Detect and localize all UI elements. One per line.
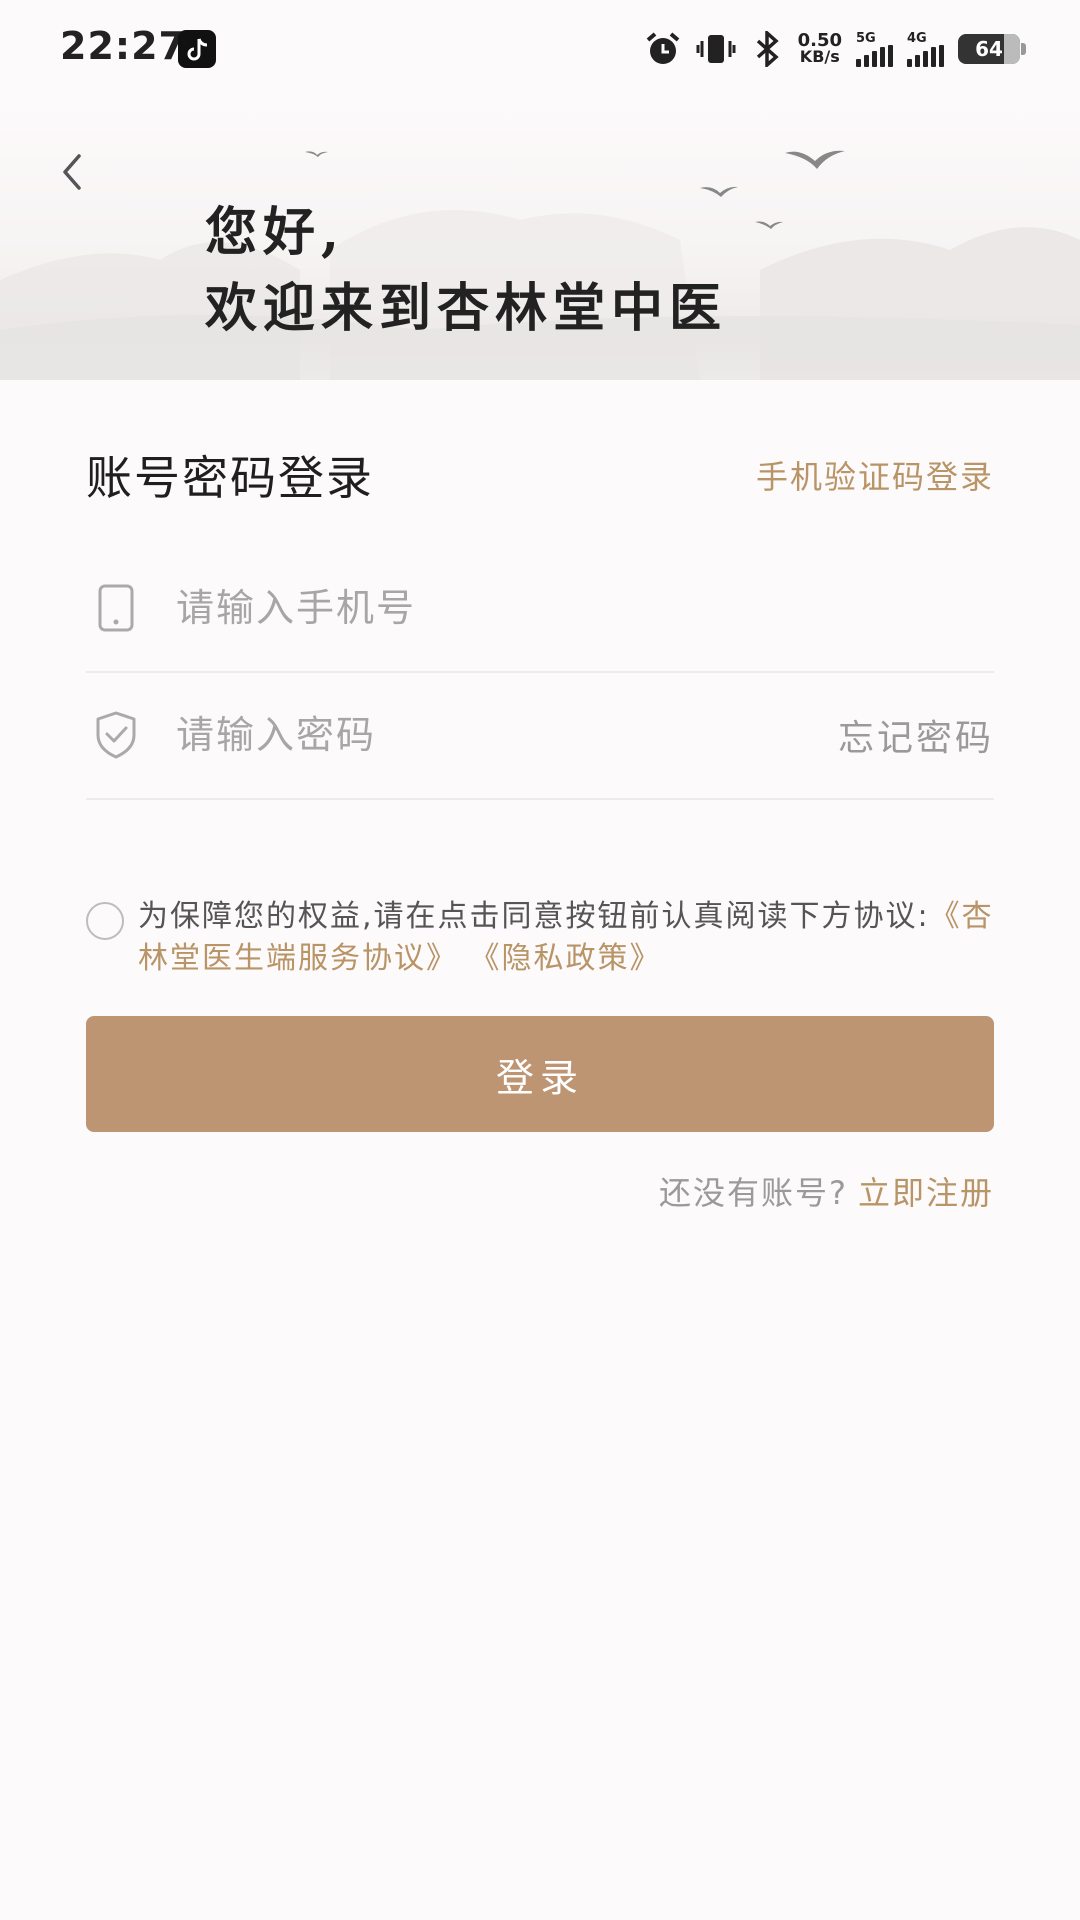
- battery-level: 64: [975, 37, 1003, 61]
- vibrate-icon: [696, 31, 736, 67]
- login-button[interactable]: 登录: [86, 1016, 994, 1132]
- back-button[interactable]: [50, 150, 94, 194]
- net-speed: 0.50 KB/s: [798, 32, 842, 66]
- privacy-policy-link[interactable]: 《隐私政策》: [470, 941, 662, 976]
- signal-4g-label: 4G: [907, 30, 927, 46]
- phone-icon: [86, 578, 146, 638]
- status-time: 22:27: [60, 24, 186, 68]
- register-row: 还没有账号? 立即注册: [659, 1168, 994, 1214]
- login-title-row: 账号密码登录 手机验证码登录: [86, 442, 994, 508]
- password-field-row: 忘记密码: [86, 672, 994, 800]
- agreement-text: 为保障您的权益,请在点击同意按钮前认真阅读下方协议:《杏林堂医生端服务协议》 《…: [138, 896, 1006, 980]
- greeting-line-1: 您好,: [205, 202, 346, 263]
- status-icons: 0.50 KB/s 5G 4G 64: [644, 28, 1026, 70]
- agreement-checkbox[interactable]: [86, 902, 124, 940]
- password-input[interactable]: [176, 705, 838, 765]
- forgot-password-link[interactable]: 忘记密码: [838, 709, 994, 761]
- register-link[interactable]: 立即注册: [858, 1174, 994, 1212]
- greeting-line-2: 欢迎来到杏林堂中医: [205, 278, 728, 339]
- signal-5g: 5G: [856, 32, 893, 67]
- agreement-notice: 为保障您的权益,请在点击同意按钮前认真阅读下方协议:: [138, 899, 930, 934]
- sms-login-link[interactable]: 手机验证码登录: [756, 452, 994, 498]
- signal-bars-icon: [907, 44, 944, 67]
- agreement-row: 为保障您的权益,请在点击同意按钮前认真阅读下方协议:《杏林堂医生端服务协议》 《…: [86, 896, 1006, 980]
- page-title: 账号密码登录: [86, 451, 374, 505]
- signal-5g-label: 5G: [856, 30, 876, 46]
- battery-icon: 64: [958, 34, 1026, 64]
- no-account-text: 还没有账号?: [658, 1174, 848, 1212]
- phone-input[interactable]: [176, 578, 994, 638]
- welcome-greeting: 您好, 欢迎来到杏林堂中医: [205, 195, 727, 347]
- phone-field-row: [86, 545, 994, 673]
- header-banner: 您好, 欢迎来到杏林堂中医: [0, 100, 1080, 380]
- signal-4g: 4G: [907, 32, 944, 67]
- chevron-left-icon: [63, 154, 81, 190]
- login-page: 22:27 0.50 KB/s 5G 4G 64 您好, 欢迎来到杏林堂中医 账…: [0, 0, 1080, 1920]
- signal-bars-icon: [856, 44, 893, 67]
- tiktok-icon: [178, 30, 216, 68]
- status-bar: 22:27 0.50 KB/s 5G 4G 64: [0, 0, 1080, 100]
- alarm-icon: [644, 31, 682, 67]
- bluetooth-icon: [750, 31, 784, 67]
- shield-check-icon: [86, 705, 146, 765]
- net-speed-unit: KB/s: [799, 47, 840, 66]
